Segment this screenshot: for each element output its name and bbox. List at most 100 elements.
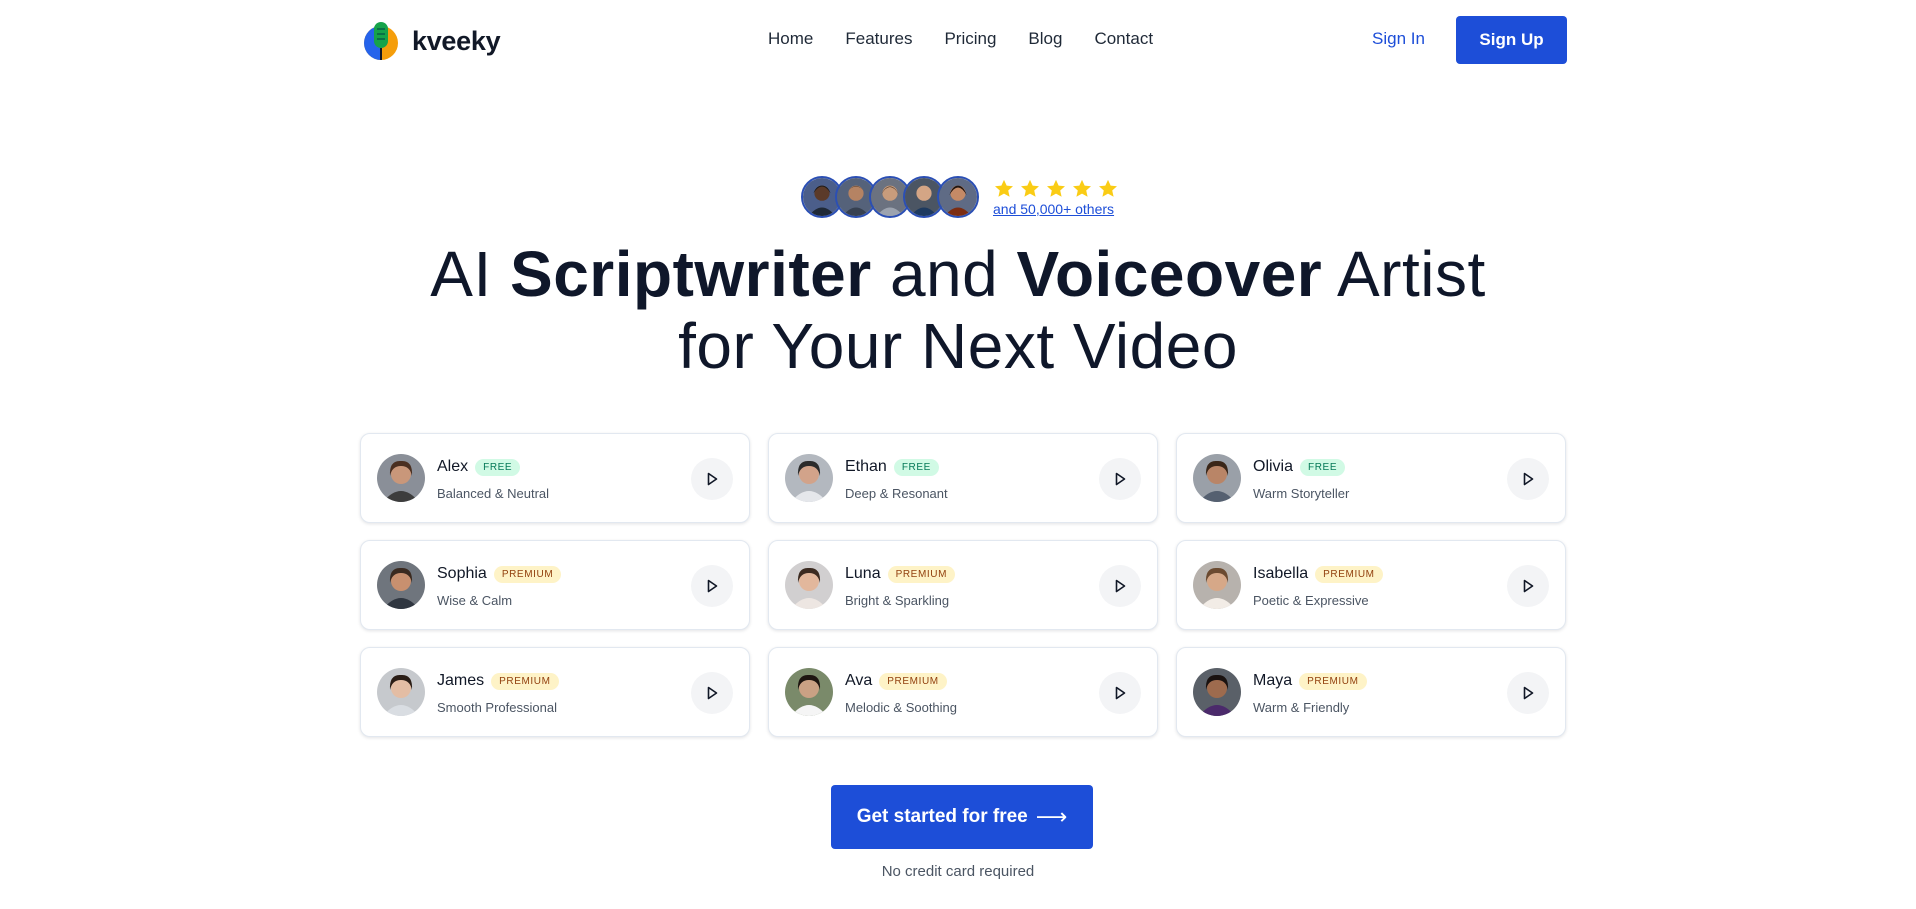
play-button[interactable] — [1099, 565, 1141, 607]
star-icon — [1021, 179, 1039, 197]
no-credit-card-note: No credit card required — [881, 863, 1035, 880]
star-icon — [1073, 179, 1091, 197]
voice-name: James — [437, 672, 485, 689]
hero-text: Artist — [1322, 238, 1486, 310]
others-count-link[interactable]: and 50,000+ others — [993, 201, 1119, 217]
play-button[interactable] — [1507, 672, 1549, 714]
voice-name-row: Luna PREMIUM — [845, 565, 956, 583]
voice-grid: Alex FREE Balanced & Neutral Ethan FREE Deep … — [360, 433, 1566, 737]
voice-name-row: Isabella PREMIUM — [1253, 565, 1383, 583]
voice-card-sophia[interactable]: Sophia PREMIUM Wise & Calm — [360, 540, 750, 630]
play-icon — [707, 686, 718, 700]
voice-avatar — [377, 668, 425, 716]
voice-description: Balanced & Neutral — [437, 486, 550, 501]
voice-name: Alex — [437, 458, 469, 475]
play-button[interactable] — [1099, 458, 1141, 500]
voice-description: Warm Storyteller — [1253, 486, 1350, 501]
customer-avatars — [801, 176, 979, 218]
voice-name-row: Maya PREMIUM — [1253, 672, 1367, 690]
play-icon — [707, 579, 718, 593]
brand-name: kveeky — [412, 25, 501, 56]
voice-name: Maya — [1253, 672, 1293, 689]
play-button[interactable] — [691, 672, 733, 714]
play-icon — [1523, 686, 1534, 700]
nav-contact[interactable]: Contact — [1094, 29, 1153, 49]
voice-name-row: Ethan FREE — [845, 458, 939, 476]
nav-blog[interactable]: Blog — [1028, 29, 1062, 49]
hero-line-1: AI Scriptwriter and Voiceover Artist — [430, 238, 1485, 310]
rating: and 50,000+ others — [993, 178, 1119, 217]
nav-features[interactable]: Features — [845, 29, 912, 49]
hero-headline: AI Scriptwriter and Voiceover Artist for… — [0, 238, 1916, 382]
voice-name-row: Ava PREMIUM — [845, 672, 947, 690]
voice-avatar — [785, 561, 833, 609]
customer-avatar — [937, 176, 979, 218]
tier-badge: FREE — [893, 458, 939, 476]
hero-line-2: for Your Next Video — [678, 310, 1238, 382]
hero-emphasis: Voiceover — [1016, 238, 1323, 310]
voice-name: Ava — [845, 672, 873, 689]
voice-name: Sophia — [437, 565, 487, 582]
voice-avatar — [1193, 454, 1241, 502]
voice-avatar — [785, 454, 833, 502]
voice-name: Ethan — [845, 458, 887, 475]
sign-up-button[interactable]: Sign Up — [1456, 16, 1567, 64]
play-icon — [1115, 686, 1126, 700]
arrow-right-icon: ⟶ — [1035, 804, 1068, 829]
voice-avatar — [377, 561, 425, 609]
hero-text: and — [871, 238, 1017, 310]
tier-badge: PREMIUM — [887, 565, 956, 583]
tier-badge: PREMIUM — [1315, 565, 1383, 583]
star-icon — [1047, 179, 1065, 197]
voice-description: Bright & Sparkling — [845, 593, 950, 608]
star-icon — [995, 179, 1013, 197]
play-button[interactable] — [1507, 565, 1549, 607]
site-header: kveeky Home Features Pricing Blog Contac… — [0, 0, 1916, 80]
play-icon — [1115, 472, 1126, 486]
tier-badge: FREE — [1300, 458, 1346, 476]
get-started-label: Get started for free — [856, 806, 1028, 827]
voice-avatar — [1193, 561, 1241, 609]
social-proof: and 50,000+ others — [801, 176, 1119, 218]
microphone-logo-icon — [364, 22, 398, 60]
voice-name-row: Alex FREE — [437, 458, 521, 476]
voice-name: Luna — [845, 565, 881, 582]
tier-badge: PREMIUM — [493, 565, 562, 583]
main-nav: Home Features Pricing Blog Contact — [768, 29, 1153, 49]
voice-description: Melodic & Soothing — [845, 700, 958, 715]
play-icon — [707, 472, 718, 486]
nav-pricing[interactable]: Pricing — [944, 29, 996, 49]
hero-text: AI — [430, 238, 511, 310]
play-button[interactable] — [691, 458, 733, 500]
voice-card-olivia[interactable]: Olivia FREE Warm Storyteller — [1176, 433, 1566, 523]
voice-description: Smooth Professional — [437, 700, 557, 715]
sign-in-link[interactable]: Sign In — [1372, 29, 1425, 49]
tier-badge: PREMIUM — [1299, 672, 1367, 690]
star-icon — [1099, 179, 1117, 197]
voice-card-alex[interactable]: Alex FREE Balanced & Neutral — [360, 433, 750, 523]
play-button[interactable] — [1507, 458, 1549, 500]
play-button[interactable] — [1099, 672, 1141, 714]
nav-home[interactable]: Home — [768, 29, 813, 49]
voice-card-luna[interactable]: Luna PREMIUM Bright & Sparkling — [768, 540, 1158, 630]
voice-avatar — [1193, 668, 1241, 716]
play-icon — [1523, 472, 1534, 486]
tier-badge: FREE — [475, 458, 521, 476]
get-started-button[interactable]: Get started for free ⟶ — [831, 785, 1093, 849]
voice-card-ethan[interactable]: Ethan FREE Deep & Resonant — [768, 433, 1158, 523]
voice-card-james[interactable]: James PREMIUM Smooth Professional — [360, 647, 750, 737]
voice-card-ava[interactable]: Ava PREMIUM Melodic & Soothing — [768, 647, 1158, 737]
voice-avatar — [377, 454, 425, 502]
tier-badge: PREMIUM — [491, 672, 559, 690]
play-icon — [1523, 579, 1534, 593]
voice-name: Isabella — [1253, 565, 1309, 582]
star-rating — [993, 178, 1119, 200]
voice-card-isabella[interactable]: Isabella PREMIUM Poetic & Expressive — [1176, 540, 1566, 630]
play-icon — [1115, 579, 1126, 593]
voice-card-maya[interactable]: Maya PREMIUM Warm & Friendly — [1176, 647, 1566, 737]
tier-badge: PREMIUM — [879, 672, 947, 690]
play-button[interactable] — [691, 565, 733, 607]
brand-logo[interactable]: kveeky — [362, 20, 501, 62]
voice-name-row: James PREMIUM — [437, 672, 559, 690]
voice-name-row: Sophia PREMIUM — [437, 565, 562, 583]
